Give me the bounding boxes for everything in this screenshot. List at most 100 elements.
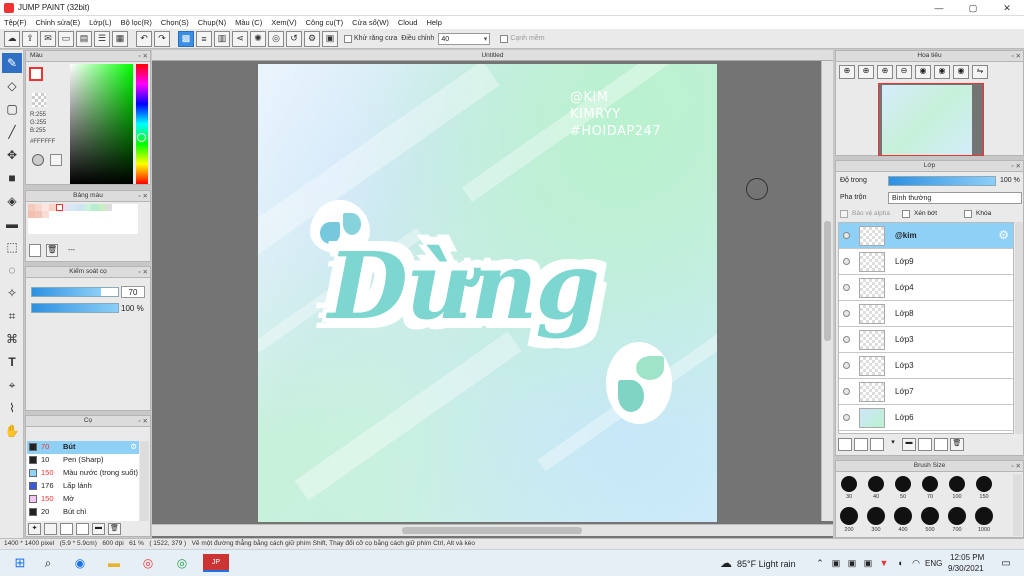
clipping-checkbox[interactable] xyxy=(902,210,910,218)
document-tab[interactable]: Untitled xyxy=(152,50,833,61)
hue-slider[interactable] xyxy=(136,64,148,184)
menu-capture[interactable]: Chụp(N) xyxy=(198,18,226,27)
concentric-icon[interactable]: ◎ xyxy=(268,30,284,47)
brush-add-icon[interactable]: ✦ xyxy=(28,523,41,535)
navigator-preview[interactable] xyxy=(878,83,984,156)
size-slider[interactable] xyxy=(31,287,119,297)
menu-window[interactable]: Cửa sổ(W) xyxy=(352,18,389,27)
brush-size-dot[interactable] xyxy=(949,476,965,492)
layer-row[interactable]: Lớp3 xyxy=(839,327,1013,353)
divide-tool-icon[interactable]: ⌖ xyxy=(2,375,22,395)
brush-item[interactable]: 70 Bút ⚙ xyxy=(27,441,139,454)
brush-size-dot[interactable] xyxy=(976,476,992,492)
redo-icon[interactable]: ↷ xyxy=(154,30,170,47)
curve-icon[interactable]: ↺ xyxy=(286,30,302,47)
palette-delete-icon[interactable]: 🗑 xyxy=(46,244,58,257)
chrome-icon[interactable]: ◎ xyxy=(172,554,192,572)
layer-row[interactable]: Lớp8 xyxy=(839,301,1013,327)
brush-copy-icon[interactable] xyxy=(44,523,57,535)
language-indicator[interactable]: ENG xyxy=(925,559,942,568)
brush-item[interactable]: 150 Mờ xyxy=(27,493,139,506)
menu-color[interactable]: Màu (C) xyxy=(235,18,262,27)
menu-filter[interactable]: Bộ lọc(R) xyxy=(121,18,152,27)
brush-page-icon[interactable] xyxy=(76,523,89,535)
layer-folder-icon[interactable]: ▬ xyxy=(902,438,916,451)
wifi-icon[interactable]: ◠ xyxy=(906,554,926,572)
eraser-tool-icon[interactable]: ◇ xyxy=(2,76,22,96)
brush-size-dot[interactable] xyxy=(922,476,938,492)
file-explorer-icon[interactable]: ▬ xyxy=(104,554,124,572)
layer-gear-icon[interactable]: ⚙ xyxy=(998,228,1009,242)
palette-swatches[interactable] xyxy=(28,204,138,234)
brush-size-dot[interactable] xyxy=(895,476,911,492)
brush-size-dot[interactable] xyxy=(894,507,912,525)
brush-folder-icon[interactable]: ▬ xyxy=(92,523,105,535)
brush-size-dot[interactable] xyxy=(867,507,885,525)
color-wheel-icon[interactable] xyxy=(32,154,44,166)
flip-icon[interactable]: ⇋ xyxy=(972,65,988,79)
maximize-button[interactable]: ▢ xyxy=(956,0,990,16)
magic-wand-tool-icon[interactable]: ✧ xyxy=(2,283,22,303)
tray-icon[interactable]: ▦ xyxy=(112,30,128,47)
grid-icon[interactable]: ▩ xyxy=(178,30,194,47)
minimize-button[interactable]: — xyxy=(922,0,956,16)
radial-icon[interactable]: ✺ xyxy=(250,30,266,47)
color-settings-icon[interactable] xyxy=(50,154,62,166)
layer-list-scrollbar[interactable] xyxy=(1015,222,1023,434)
layer-row[interactable]: Lớp6 xyxy=(839,405,1013,431)
layer-dropdown-icon[interactable]: ▾ xyxy=(886,438,900,451)
line-tool-icon[interactable]: ╱ xyxy=(2,122,22,142)
bucket-tool-icon[interactable]: ◈ xyxy=(2,191,22,211)
protect-alpha-checkbox[interactable] xyxy=(840,210,848,218)
pen-tool-icon[interactable]: ✎ xyxy=(2,53,22,73)
hue-handle[interactable] xyxy=(137,133,146,142)
zoom-fit-icon[interactable]: ⊕ xyxy=(877,65,893,79)
text-tool-icon[interactable]: T xyxy=(2,352,22,372)
undo-icon[interactable]: ↶ xyxy=(136,30,152,47)
layer-row[interactable]: Lớp7 xyxy=(839,379,1013,405)
canvas-vertical-scrollbar[interactable] xyxy=(821,61,833,521)
windows-start-icon[interactable]: ⊞ xyxy=(10,554,30,572)
page-icon[interactable]: ▤ xyxy=(76,30,92,47)
layer-opacity-slider[interactable] xyxy=(888,176,996,186)
menu-select[interactable]: Chọn(S) xyxy=(161,18,189,27)
select-eraser-tool-icon[interactable]: ⌘ xyxy=(2,329,22,349)
layer-row[interactable]: Lớp3 xyxy=(839,353,1013,379)
brush-size-dot[interactable] xyxy=(840,507,858,525)
layer-row[interactable]: Lớp4 xyxy=(839,275,1013,301)
gradient-tool-icon[interactable]: ▬ xyxy=(2,214,22,234)
brush-size-dot[interactable] xyxy=(921,507,939,525)
rotate-left-icon[interactable]: ◉ xyxy=(915,65,931,79)
clock-time[interactable]: 12:05 PM xyxy=(950,553,984,562)
weather-text[interactable]: 85°F Light rain xyxy=(737,559,796,569)
size-value[interactable]: 70 xyxy=(121,286,145,298)
brush-new-icon[interactable] xyxy=(60,523,73,535)
saturation-value-field[interactable] xyxy=(70,64,133,184)
layers-icon[interactable]: ☰ xyxy=(94,30,110,47)
layer-visibility-icon[interactable] xyxy=(843,414,850,421)
brush-size-dot[interactable] xyxy=(975,507,993,525)
layer-row[interactable]: @kim ⚙ xyxy=(839,223,1013,249)
menu-help[interactable]: Help xyxy=(426,18,441,27)
brush-item[interactable]: 10 Pen (Sharp) xyxy=(27,454,139,467)
layer-page-icon[interactable] xyxy=(870,438,884,451)
lock-checkbox[interactable] xyxy=(964,210,972,218)
brush-item[interactable]: 20 Bút chì xyxy=(27,506,139,519)
transparent-swatch[interactable] xyxy=(32,93,46,107)
brush-size-scrollbar[interactable] xyxy=(1013,474,1022,536)
blend-mode-select[interactable]: Bình thường xyxy=(888,192,1022,204)
menu-tools[interactable]: Công cụ(T) xyxy=(306,18,344,27)
fill-shape-tool-icon[interactable]: ■ xyxy=(2,168,22,188)
primary-color-swatch[interactable] xyxy=(29,67,43,81)
select-pen-tool-icon[interactable]: ⌗ xyxy=(2,306,22,326)
rotate-reset-icon[interactable]: ◉ xyxy=(934,65,950,79)
antialias-checkbox[interactable] xyxy=(344,34,352,43)
brush-size-dot[interactable] xyxy=(841,476,857,492)
brush-size-dot[interactable] xyxy=(948,507,966,525)
notification-icon[interactable]: ▭ xyxy=(996,554,1016,572)
menu-layer[interactable]: Lớp(L) xyxy=(89,18,111,27)
gear-icon[interactable]: ⚙ xyxy=(304,30,320,47)
comment-icon[interactable]: ✉ xyxy=(40,30,56,47)
brush-gear-icon[interactable]: ⚙ xyxy=(130,441,137,453)
hand-tool-icon[interactable]: ✋ xyxy=(2,421,22,441)
